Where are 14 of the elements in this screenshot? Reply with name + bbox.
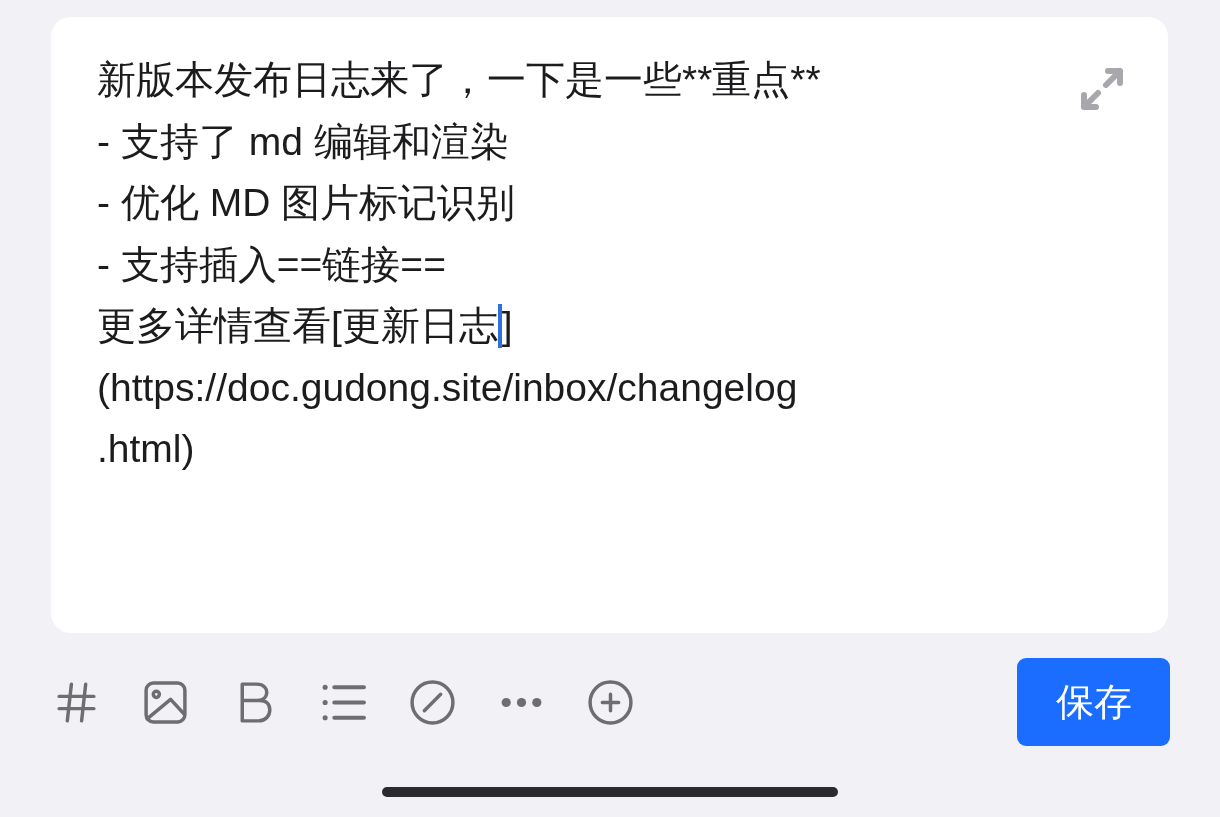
text-line: - 优化 MD 图片标记识别 — [97, 180, 516, 226]
text-caret — [497, 303, 502, 348]
add-icon[interactable] — [586, 677, 635, 727]
text-line: (https://doc.gudong.site/inbox/changelog — [97, 364, 798, 411]
text-line: .html) — [97, 426, 195, 472]
text-line: 更多详情查看[更新日志 — [97, 303, 498, 349]
save-button[interactable]: 保存 — [1017, 658, 1170, 746]
text-line: 新版本发布日志来了，一下是一些**重点** — [97, 57, 821, 103]
text-line: - 支持了 md 编辑和渲染 — [97, 118, 509, 165]
text-line: ] — [501, 303, 513, 349]
text-line: - 支持插入==链接== — [97, 241, 446, 288]
editor-field[interactable]: 新版本发布日志来了，一下是一些**重点** - 支持了 md 编辑和渲染 - 优化 MD 图片标记识别 - 支持插入==链接== 更多详情查看[更新日志] (https://doc.gudong.site/inbox/changelog .html) — [51, 17, 1168, 633]
slash-icon[interactable] — [408, 677, 457, 727]
expand-icon[interactable] — [1078, 65, 1126, 113]
